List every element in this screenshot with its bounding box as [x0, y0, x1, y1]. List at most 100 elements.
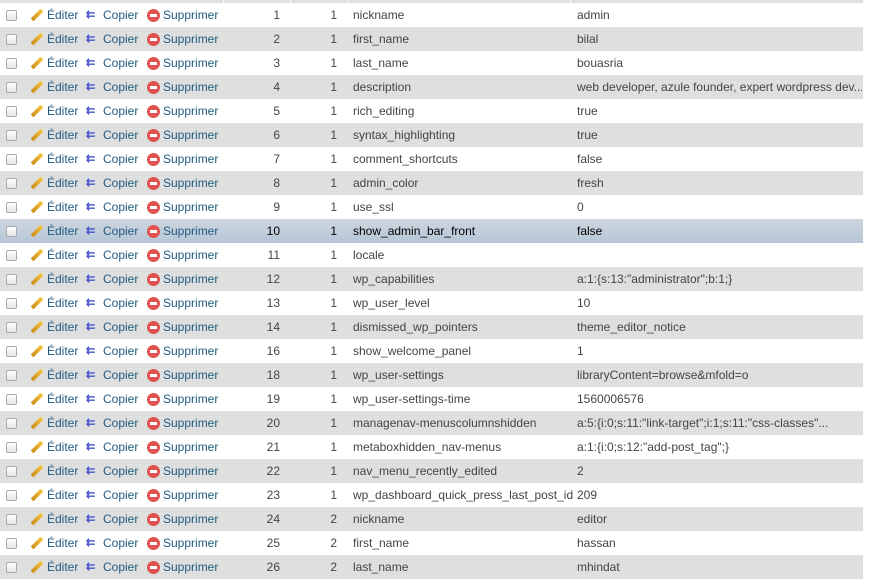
- table-row[interactable]: Éditer ⇇ Copier Supprimer 13 1 wp_user_le…: [0, 291, 863, 315]
- edit-link[interactable]: Éditer: [30, 507, 78, 531]
- delete-link[interactable]: Supprimer: [147, 531, 218, 555]
- edit-link[interactable]: Éditer: [30, 459, 78, 483]
- table-row[interactable]: Éditer ⇇ Copier Supprimer 2 1 first_name …: [0, 27, 863, 51]
- edit-link[interactable]: Éditer: [30, 243, 78, 267]
- edit-link[interactable]: Éditer: [30, 555, 78, 579]
- copy-link[interactable]: ⇇ Copier: [86, 531, 138, 555]
- delete-link[interactable]: Supprimer: [147, 363, 218, 387]
- copy-link[interactable]: ⇇ Copier: [86, 219, 138, 243]
- table-row[interactable]: Éditer ⇇ Copier Supprimer 1 1 nickname ad…: [0, 3, 863, 27]
- row-checkbox[interactable]: [6, 34, 17, 45]
- edit-link[interactable]: Éditer: [30, 123, 78, 147]
- edit-link[interactable]: Éditer: [30, 387, 78, 411]
- copy-link[interactable]: ⇇ Copier: [86, 75, 138, 99]
- delete-link[interactable]: Supprimer: [147, 459, 218, 483]
- edit-link[interactable]: Éditer: [30, 195, 78, 219]
- copy-link[interactable]: ⇇ Copier: [86, 435, 138, 459]
- row-checkbox[interactable]: [6, 298, 17, 309]
- copy-link[interactable]: ⇇ Copier: [86, 555, 138, 579]
- delete-link[interactable]: Supprimer: [147, 507, 218, 531]
- copy-link[interactable]: ⇇ Copier: [86, 195, 138, 219]
- table-row[interactable]: Éditer ⇇ Copier Supprimer 20 1 managenav-…: [0, 411, 863, 435]
- table-row[interactable]: Éditer ⇇ Copier Supprimer 23 1 wp_dashboa…: [0, 483, 863, 507]
- table-row[interactable]: Éditer ⇇ Copier Supprimer 19 1 wp_user-se…: [0, 387, 863, 411]
- delete-link[interactable]: Supprimer: [147, 219, 218, 243]
- delete-link[interactable]: Supprimer: [147, 3, 218, 27]
- row-checkbox[interactable]: [6, 490, 17, 501]
- edit-link[interactable]: Éditer: [30, 483, 78, 507]
- table-row[interactable]: Éditer ⇇ Copier Supprimer 25 2 first_name…: [0, 531, 863, 555]
- delete-link[interactable]: Supprimer: [147, 435, 218, 459]
- delete-link[interactable]: Supprimer: [147, 411, 218, 435]
- copy-link[interactable]: ⇇ Copier: [86, 3, 138, 27]
- edit-link[interactable]: Éditer: [30, 435, 78, 459]
- copy-link[interactable]: ⇇ Copier: [86, 315, 138, 339]
- copy-link[interactable]: ⇇ Copier: [86, 267, 138, 291]
- table-row[interactable]: Éditer ⇇ Copier Supprimer 26 2 last_name …: [0, 555, 863, 579]
- row-checkbox[interactable]: [6, 346, 17, 357]
- row-checkbox[interactable]: [6, 274, 17, 285]
- edit-link[interactable]: Éditer: [30, 339, 78, 363]
- table-row[interactable]: Éditer ⇇ Copier Supprimer 12 1 wp_capabil…: [0, 267, 863, 291]
- copy-link[interactable]: ⇇ Copier: [86, 243, 138, 267]
- edit-link[interactable]: Éditer: [30, 171, 78, 195]
- row-checkbox[interactable]: [6, 178, 17, 189]
- delete-link[interactable]: Supprimer: [147, 387, 218, 411]
- delete-link[interactable]: Supprimer: [147, 123, 218, 147]
- row-checkbox[interactable]: [6, 130, 17, 141]
- table-row[interactable]: Éditer ⇇ Copier Supprimer 24 2 nickname e…: [0, 507, 863, 531]
- row-checkbox[interactable]: [6, 514, 17, 525]
- edit-link[interactable]: Éditer: [30, 3, 78, 27]
- delete-link[interactable]: Supprimer: [147, 291, 218, 315]
- row-checkbox[interactable]: [6, 82, 17, 93]
- delete-link[interactable]: Supprimer: [147, 27, 218, 51]
- row-checkbox[interactable]: [6, 418, 17, 429]
- edit-link[interactable]: Éditer: [30, 411, 78, 435]
- edit-link[interactable]: Éditer: [30, 315, 78, 339]
- copy-link[interactable]: ⇇ Copier: [86, 291, 138, 315]
- edit-link[interactable]: Éditer: [30, 267, 78, 291]
- table-row[interactable]: Éditer ⇇ Copier Supprimer 14 1 dismissed_…: [0, 315, 863, 339]
- delete-link[interactable]: Supprimer: [147, 51, 218, 75]
- edit-link[interactable]: Éditer: [30, 363, 78, 387]
- table-row[interactable]: Éditer ⇇ Copier Supprimer 3 1 last_name b…: [0, 51, 863, 75]
- copy-link[interactable]: ⇇ Copier: [86, 363, 138, 387]
- copy-link[interactable]: ⇇ Copier: [86, 123, 138, 147]
- table-row[interactable]: Éditer ⇇ Copier Supprimer 7 1 comment_sho…: [0, 147, 863, 171]
- row-checkbox[interactable]: [6, 250, 17, 261]
- row-checkbox[interactable]: [6, 538, 17, 549]
- edit-link[interactable]: Éditer: [30, 51, 78, 75]
- copy-link[interactable]: ⇇ Copier: [86, 483, 138, 507]
- delete-link[interactable]: Supprimer: [147, 555, 218, 579]
- row-checkbox[interactable]: [6, 442, 17, 453]
- delete-link[interactable]: Supprimer: [147, 99, 218, 123]
- row-checkbox[interactable]: [6, 322, 17, 333]
- delete-link[interactable]: Supprimer: [147, 267, 218, 291]
- copy-link[interactable]: ⇇ Copier: [86, 99, 138, 123]
- row-checkbox[interactable]: [6, 202, 17, 213]
- row-checkbox[interactable]: [6, 58, 17, 69]
- table-row[interactable]: Éditer ⇇ Copier Supprimer 8 1 admin_color…: [0, 171, 863, 195]
- delete-link[interactable]: Supprimer: [147, 339, 218, 363]
- edit-link[interactable]: Éditer: [30, 147, 78, 171]
- table-row[interactable]: Éditer ⇇ Copier Supprimer 6 1 syntax_high…: [0, 123, 863, 147]
- table-row[interactable]: Éditer ⇇ Copier Supprimer 5 1 rich_editin…: [0, 99, 863, 123]
- delete-link[interactable]: Supprimer: [147, 195, 218, 219]
- table-row[interactable]: Éditer ⇇ Copier Supprimer 10 1 show_admin…: [0, 219, 863, 243]
- copy-link[interactable]: ⇇ Copier: [86, 147, 138, 171]
- copy-link[interactable]: ⇇ Copier: [86, 27, 138, 51]
- delete-link[interactable]: Supprimer: [147, 171, 218, 195]
- edit-link[interactable]: Éditer: [30, 219, 78, 243]
- copy-link[interactable]: ⇇ Copier: [86, 387, 138, 411]
- edit-link[interactable]: Éditer: [30, 75, 78, 99]
- table-row[interactable]: Éditer ⇇ Copier Supprimer 16 1 show_welco…: [0, 339, 863, 363]
- edit-link[interactable]: Éditer: [30, 99, 78, 123]
- copy-link[interactable]: ⇇ Copier: [86, 507, 138, 531]
- row-checkbox[interactable]: [6, 466, 17, 477]
- delete-link[interactable]: Supprimer: [147, 243, 218, 267]
- copy-link[interactable]: ⇇ Copier: [86, 339, 138, 363]
- copy-link[interactable]: ⇇ Copier: [86, 459, 138, 483]
- delete-link[interactable]: Supprimer: [147, 147, 218, 171]
- row-checkbox[interactable]: [6, 370, 17, 381]
- edit-link[interactable]: Éditer: [30, 531, 78, 555]
